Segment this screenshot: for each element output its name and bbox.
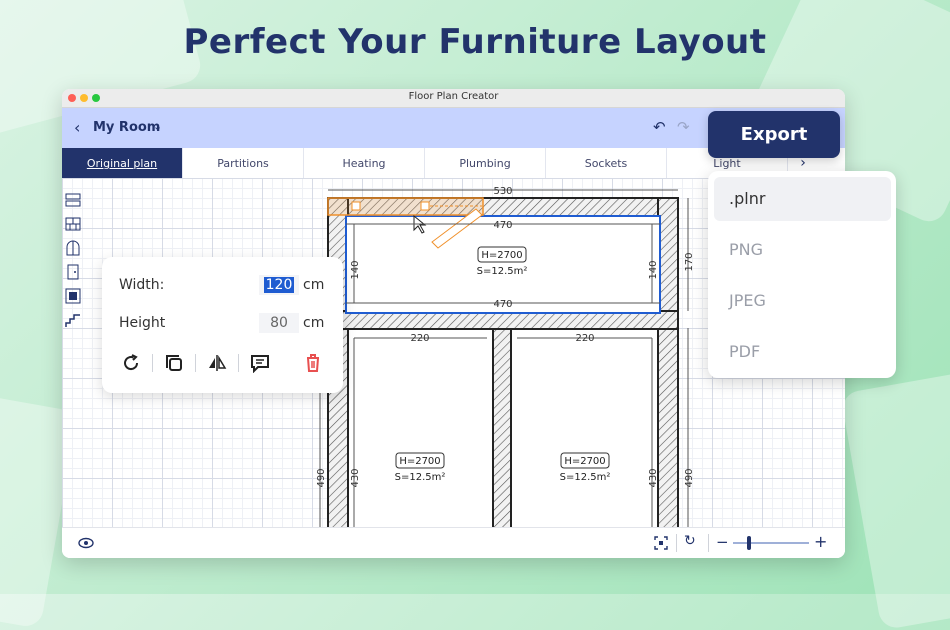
redo-icon[interactable]: ↷ [677,118,690,136]
mirror-icon [209,355,227,371]
export-option-jpeg[interactable]: JPEG [714,279,891,323]
room-area: S=12.5m² [395,472,446,483]
rotate-icon [124,354,139,371]
duplicate-button[interactable] [161,350,187,376]
room-bottom-right[interactable] [510,328,659,528]
undo-icon[interactable]: ↶ [653,118,666,136]
room-bottom-left[interactable] [347,328,494,528]
zoom-slider[interactable] [733,536,809,550]
height-label: Height [119,315,166,331]
refresh-icon[interactable]: ↻ [684,533,696,549]
wall-tool-button[interactable] [62,188,84,212]
export-option-plnr[interactable]: .plnr [714,177,891,221]
height-unit: cm [303,315,325,331]
wall-divider[interactable] [492,328,512,528]
door-handle[interactable] [420,201,430,211]
window-arch-icon [66,240,80,256]
comment-button[interactable] [247,350,273,376]
floor-pattern-icon [65,288,81,304]
divider [152,354,153,372]
fit-screen-icon[interactable] [654,536,668,550]
room-height: H=2700 [481,250,522,261]
dim-label: 170 [684,252,695,271]
tab-partitions[interactable]: Partitions [183,148,304,179]
zoom-out-button[interactable]: − [716,533,729,551]
dim-label: 430 [648,468,659,487]
door-icon [67,264,79,280]
delete-button[interactable] [300,350,326,376]
tab-plumbing[interactable]: Plumbing [425,148,546,179]
window-title: Floor Plan Creator [408,91,499,102]
properties-panel: Width: 120 cm Height 80 cm [102,257,343,393]
zoom-slider-handle[interactable] [747,536,751,550]
back-chevron-icon[interactable]: ‹ [74,118,80,137]
copy-icon [166,355,182,371]
mirror-button[interactable] [204,350,230,376]
dim-label: 140 [648,260,659,279]
room-area: S=12.5m² [477,266,528,277]
width-input[interactable]: 120 [259,275,299,295]
eye-icon[interactable] [78,537,94,549]
tool-palette [62,188,84,332]
divider [676,534,677,552]
door-handle[interactable] [351,201,361,211]
floor-tool-button[interactable] [62,284,84,308]
door-selected[interactable] [327,197,484,216]
dim-label: 430 [350,468,361,487]
width-label: Width: [119,277,165,293]
room-height: H=2700 [564,456,605,467]
dim-label: 220 [410,333,429,344]
tab-sockets[interactable]: Sockets [546,148,667,179]
tab-original-plan[interactable]: Original plan [62,148,183,179]
brick-wall-icon [65,217,81,231]
tab-heating[interactable]: Heating [304,148,425,179]
export-menu: .plnr PNG JPEG PDF [708,171,896,378]
dim-label: 220 [575,333,594,344]
bottom-bar: ↻ − + [62,527,845,558]
dim-label: 490 [684,468,695,487]
export-button[interactable]: Export [708,111,840,158]
dim-label: 490 [316,468,327,487]
width-unit: cm [303,277,325,293]
door-tool-button[interactable] [62,260,84,284]
divider [708,534,709,552]
room-area: S=12.5m² [560,472,611,483]
zoom-in-button[interactable]: + [814,532,827,551]
stairs-tool-button[interactable] [62,308,84,332]
room-name[interactable]: My Room [93,120,160,135]
export-option-pdf[interactable]: PDF [714,330,891,374]
height-input[interactable]: 80 [259,313,299,333]
divider [195,354,196,372]
divider [238,354,239,372]
wall-tool-icon [65,193,81,207]
decor-shape [840,369,950,630]
width-value: 120 [263,277,295,293]
brick-wall-button[interactable] [62,212,84,236]
room-height: H=2700 [399,456,440,467]
chevron-down-icon[interactable]: ⌄ [153,120,162,133]
dim-label: 470 [493,220,512,231]
dim-label: 530 [493,186,512,197]
trash-icon [307,354,319,372]
stairs-icon [65,314,80,327]
export-option-png[interactable]: PNG [714,228,891,272]
comment-icon [251,355,269,373]
dim-label: 140 [350,260,361,279]
dim-label: 470 [493,299,512,310]
rotate-button[interactable] [118,350,144,376]
headline: Perfect Your Furniture Layout [183,22,767,62]
title-bar: Floor Plan Creator [62,89,845,108]
window-tool-button[interactable] [62,236,84,260]
